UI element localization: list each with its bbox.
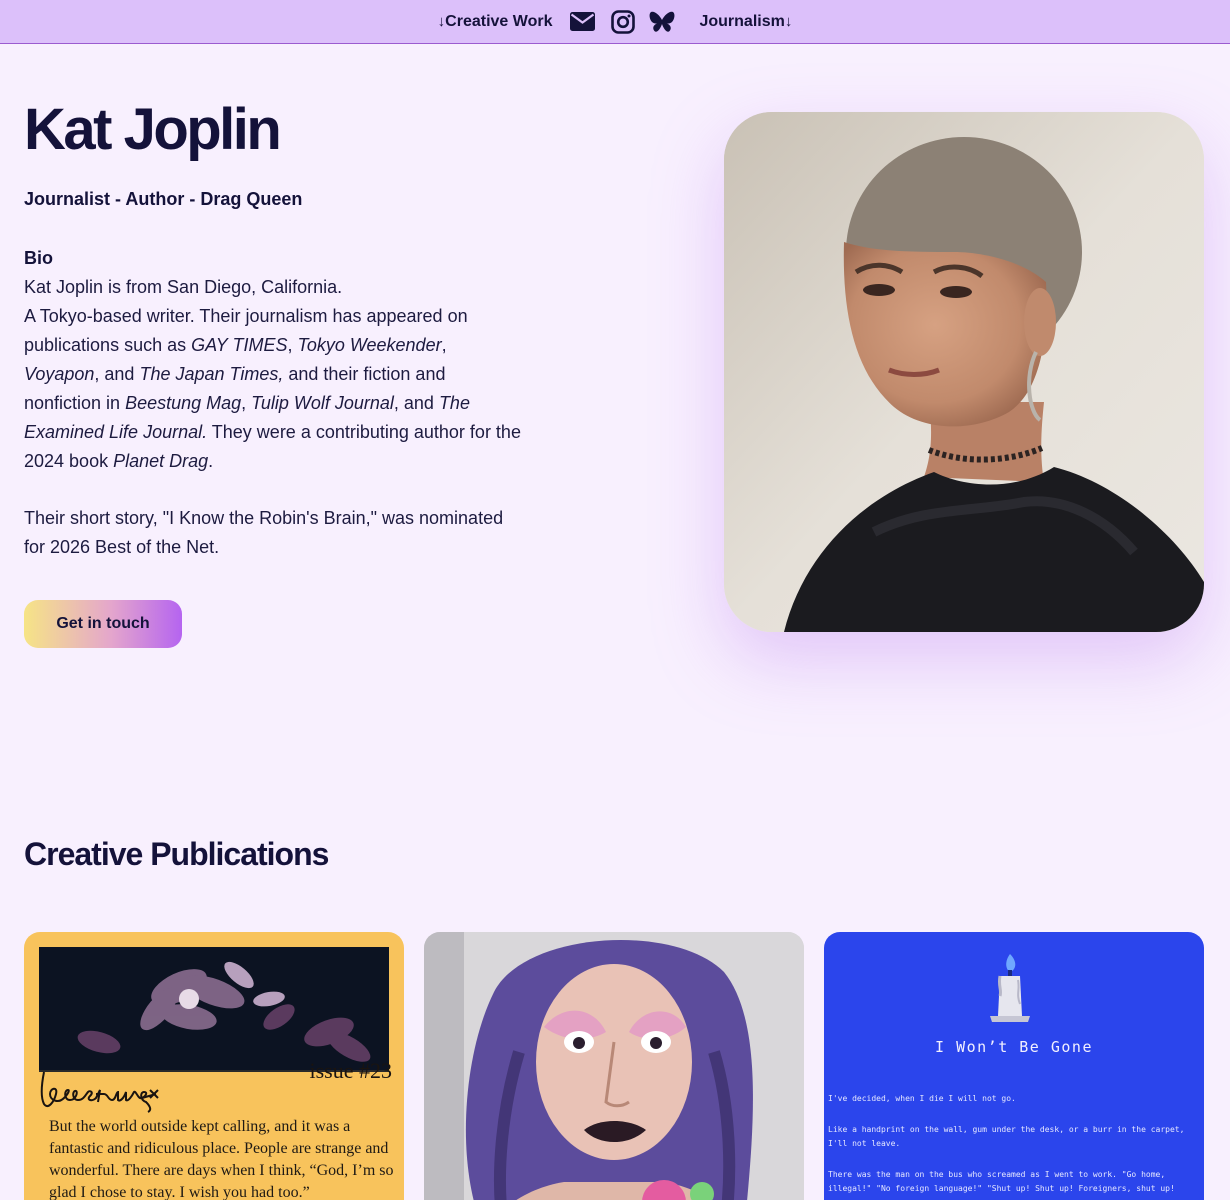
drag-queen-photo [424,932,804,1200]
excerpt-quote: But the world outside kept calling, and … [49,1118,394,1200]
flower-image [39,947,389,1072]
publication-card-i-wont-be-gone[interactable]: I Won’t Be Gone I've decided, when I die… [824,932,1204,1200]
publication-name: Voyapon [24,364,95,384]
down-arrow-icon: ↓ [784,13,793,30]
story-title: I Won’t Be Gone [935,1038,1093,1056]
publication-name: Tulip Wolf Journal [251,393,394,413]
nav-journalism-link[interactable]: Journalism ↓ [699,13,792,31]
issue-number: issue #23 [309,1058,393,1083]
instagram-icon[interactable] [611,9,636,34]
publication-name: Beestung Mag [125,393,242,413]
publication-card-drag-photo[interactable] [424,932,804,1200]
top-nav: ↓ Creative Work Journalism ↓ [0,0,1230,44]
get-in-touch-button[interactable]: Get in touch [24,600,182,648]
story-line: I've decided, when I die I will not go. [828,1094,1016,1103]
beestung-logo [38,1064,163,1119]
publication-name: GAY TIMES [191,335,288,355]
down-arrow-icon: ↓ [437,13,446,30]
portrait-photo [724,112,1204,632]
bio-section: Bio Kat Joplin is from San Diego, Califo… [24,244,524,562]
bio-heading: Bio [24,248,53,268]
tagline: Journalist - Author - Drag Queen [24,189,303,209]
story-line: There was the man on the bus who screame… [828,1170,1175,1193]
bio-award: Their short story, "I Know the Robin's B… [24,508,504,557]
page-title: Kat Joplin [24,97,282,162]
envelope-icon[interactable] [570,12,596,31]
bluesky-butterfly-icon[interactable] [649,11,675,33]
bio-origin: Kat Joplin is from San Diego, California… [24,277,343,297]
publication-name: The Japan Times, [139,364,284,384]
story-excerpt: I've decided, when I die I will not go. … [828,1092,1200,1200]
nav-journalism-label: Journalism [699,12,785,30]
bio-paragraph: A Tokyo-based writer. Their journalism h… [24,306,521,471]
publication-name: Tokyo Weekender [297,335,442,355]
nav-creative-work-link[interactable]: ↓ Creative Work [438,13,553,31]
publication-name: The Examined Life Journal. [24,393,470,442]
section-heading: Creative Publications [24,836,329,872]
candle-icon [990,954,1030,1022]
publication-card-beestung[interactable]: issue #23 But the world outside kept cal… [24,932,404,1200]
nav-creative-work-label: Creative Work [445,12,553,30]
publication-name: Planet Drag [113,451,209,471]
story-line: Like a handprint on the wall, gum under … [828,1125,1190,1148]
